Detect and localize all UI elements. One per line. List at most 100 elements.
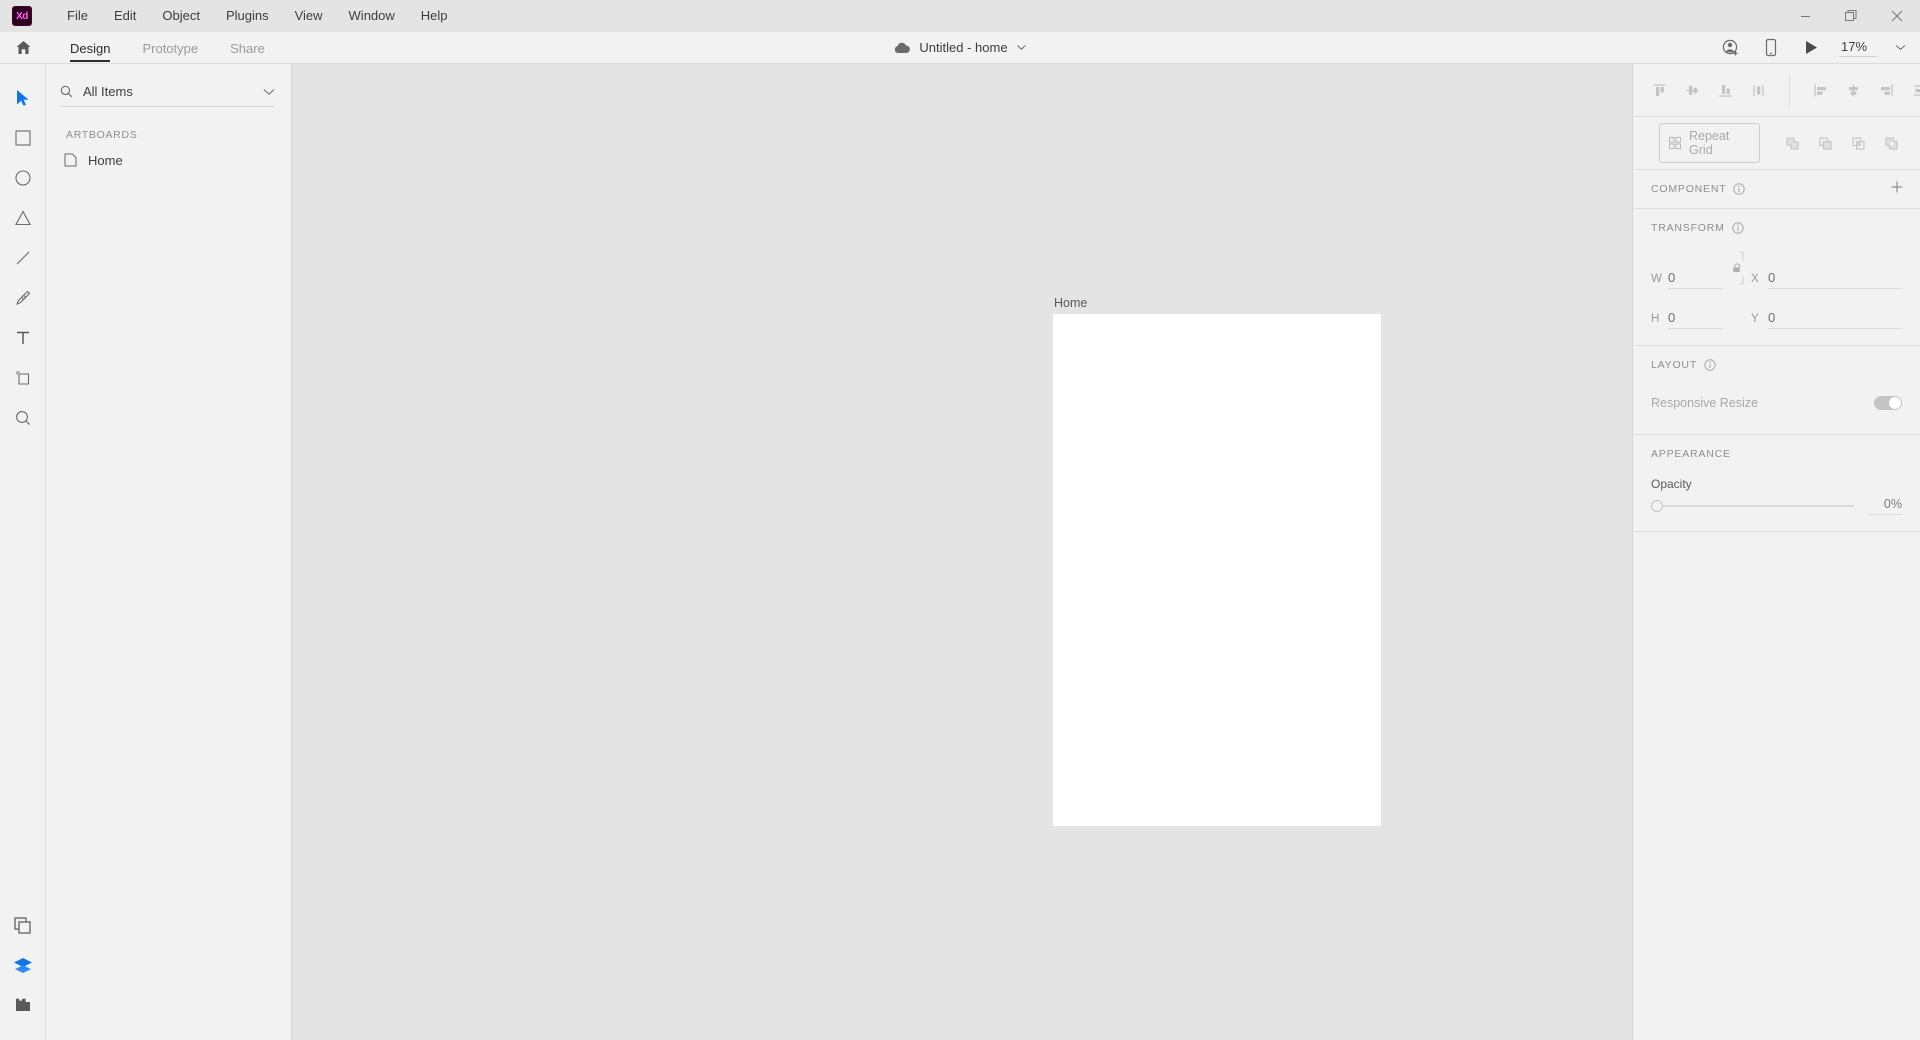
assets-panel-button[interactable] — [0, 906, 46, 946]
polygon-tool[interactable] — [0, 198, 46, 238]
play-preview-button[interactable] — [1791, 32, 1831, 64]
home-button[interactable] — [0, 32, 46, 64]
repeat-grid-button[interactable]: Repeat Grid — [1659, 123, 1760, 163]
y-input[interactable]: 0 — [1768, 310, 1902, 329]
transform-fields: W 0 X 0 H 0 Y 0 — [1633, 247, 1920, 345]
menu-object[interactable]: Object — [149, 0, 213, 32]
info-icon[interactable] — [1704, 359, 1716, 371]
height-input[interactable]: 0 — [1668, 310, 1723, 329]
align-vertical-center-button[interactable] — [1676, 74, 1709, 107]
add-component-button[interactable] — [1890, 180, 1904, 199]
app-bar-right-controls: 17% — [1711, 32, 1920, 64]
artboard-label[interactable]: Home — [1053, 296, 1381, 310]
chevron-down-icon[interactable] — [1895, 44, 1906, 51]
line-tool[interactable] — [0, 238, 46, 278]
zoom-control[interactable]: 17% — [1839, 39, 1906, 57]
text-tool[interactable] — [0, 318, 46, 358]
opacity-slider-thumb[interactable] — [1651, 500, 1663, 512]
artboard-icon — [16, 371, 29, 385]
layers-filter-label[interactable]: All Items — [83, 84, 253, 99]
align-right-icon — [1881, 84, 1893, 96]
distribute-horizontal-button[interactable] — [1903, 74, 1920, 107]
select-tool[interactable] — [0, 78, 46, 118]
tab-prototype[interactable]: Prototype — [126, 32, 214, 64]
menu-help[interactable]: Help — [408, 0, 461, 32]
x-input[interactable]: 0 — [1768, 270, 1902, 289]
align-bottom-button[interactable] — [1709, 74, 1742, 107]
menu-view[interactable]: View — [282, 0, 336, 32]
info-icon[interactable] — [1732, 222, 1744, 234]
align-right-button[interactable] — [1870, 74, 1903, 107]
menu-file[interactable]: File — [54, 0, 101, 32]
ellipse-tool[interactable] — [0, 158, 46, 198]
responsive-resize-toggle[interactable] — [1874, 396, 1902, 410]
align-horizontal-center-button[interactable] — [1837, 74, 1870, 107]
xd-application-window: Xd File Edit Object Plugins View Window … — [0, 0, 1920, 1040]
minimize-button[interactable] — [1782, 0, 1828, 32]
pen-tool[interactable] — [0, 278, 46, 318]
opacity-slider[interactable] — [1651, 499, 1854, 513]
boolean-intersect-icon — [1852, 136, 1865, 150]
artboard-home[interactable] — [1053, 314, 1381, 826]
close-button[interactable] — [1874, 0, 1920, 32]
layout-section-title: LAYOUT — [1651, 359, 1698, 371]
info-icon[interactable] — [1733, 183, 1746, 195]
height-field[interactable]: H 0 — [1651, 310, 1723, 329]
component-section-header: COMPONENT — [1633, 170, 1920, 208]
repeat-grid-row: Repeat Grid — [1633, 117, 1920, 169]
layers-filter[interactable]: All Items — [60, 84, 275, 107]
appearance-section-title: APPEARANCE — [1651, 448, 1731, 460]
zoom-value[interactable]: 17% — [1839, 39, 1877, 57]
device-preview-button[interactable] — [1751, 32, 1791, 64]
boolean-operations-group — [1776, 127, 1908, 160]
align-left-icon — [1814, 84, 1826, 96]
cloud-icon — [894, 42, 910, 53]
menu-plugins[interactable]: Plugins — [213, 0, 282, 32]
restore-icon — [1845, 10, 1857, 21]
opacity-value[interactable]: 0% — [1868, 497, 1902, 515]
width-input[interactable]: 0 — [1668, 270, 1723, 289]
maximize-button[interactable] — [1828, 0, 1874, 32]
invite-user-button[interactable] — [1711, 32, 1751, 64]
layers-icon — [14, 958, 32, 973]
distribute-vertical-icon — [1753, 84, 1764, 96]
document-title-control[interactable]: Untitled - home — [893, 40, 1026, 55]
distribute-vertical-button[interactable] — [1742, 74, 1775, 107]
aspect-lock-cell[interactable] — [1723, 251, 1751, 289]
align-vertical-group — [1643, 74, 1775, 107]
layers-panel-button[interactable] — [0, 946, 46, 986]
subtract-boolean-button[interactable] — [1809, 127, 1842, 160]
menu-window[interactable]: Window — [336, 0, 408, 32]
search-icon — [60, 85, 73, 98]
ellipse-icon — [14, 170, 31, 186]
workspace: All Items ARTBOARDS Home Home Repeat Gri… — [0, 64, 1920, 1040]
artboard-tool[interactable] — [0, 358, 46, 398]
align-top-button[interactable] — [1643, 74, 1676, 107]
exclude-boolean-button[interactable] — [1875, 127, 1908, 160]
width-field[interactable]: W 0 — [1651, 270, 1723, 289]
zoom-tool[interactable] — [0, 398, 46, 438]
tools-sidebar — [0, 64, 46, 1040]
add-boolean-button[interactable] — [1776, 127, 1809, 160]
transform-section-title: TRANSFORM — [1651, 222, 1725, 234]
intersect-boolean-button[interactable] — [1842, 127, 1875, 160]
rectangle-tool[interactable] — [0, 118, 46, 158]
boolean-subtract-icon — [1819, 136, 1832, 150]
layer-item-home[interactable]: Home — [46, 147, 291, 173]
x-label: X — [1751, 273, 1759, 285]
y-field[interactable]: Y 0 — [1751, 310, 1902, 329]
divider — [1633, 531, 1920, 532]
align-left-button[interactable] — [1804, 74, 1837, 107]
responsive-resize-label: Responsive Resize — [1651, 396, 1758, 410]
opacity-row: 0% — [1651, 497, 1902, 515]
tab-share[interactable]: Share — [214, 32, 281, 64]
device-preview-icon — [1765, 38, 1777, 57]
tab-design[interactable]: Design — [54, 32, 126, 64]
menu-edit[interactable]: Edit — [101, 0, 149, 32]
chevron-down-icon[interactable] — [263, 88, 275, 96]
plugins-panel-button[interactable] — [0, 986, 46, 1026]
x-field[interactable]: X 0 — [1751, 270, 1902, 289]
text-icon — [16, 331, 29, 344]
canvas-area[interactable]: Home — [292, 64, 1632, 1040]
align-vertical-center-icon — [1686, 85, 1699, 95]
